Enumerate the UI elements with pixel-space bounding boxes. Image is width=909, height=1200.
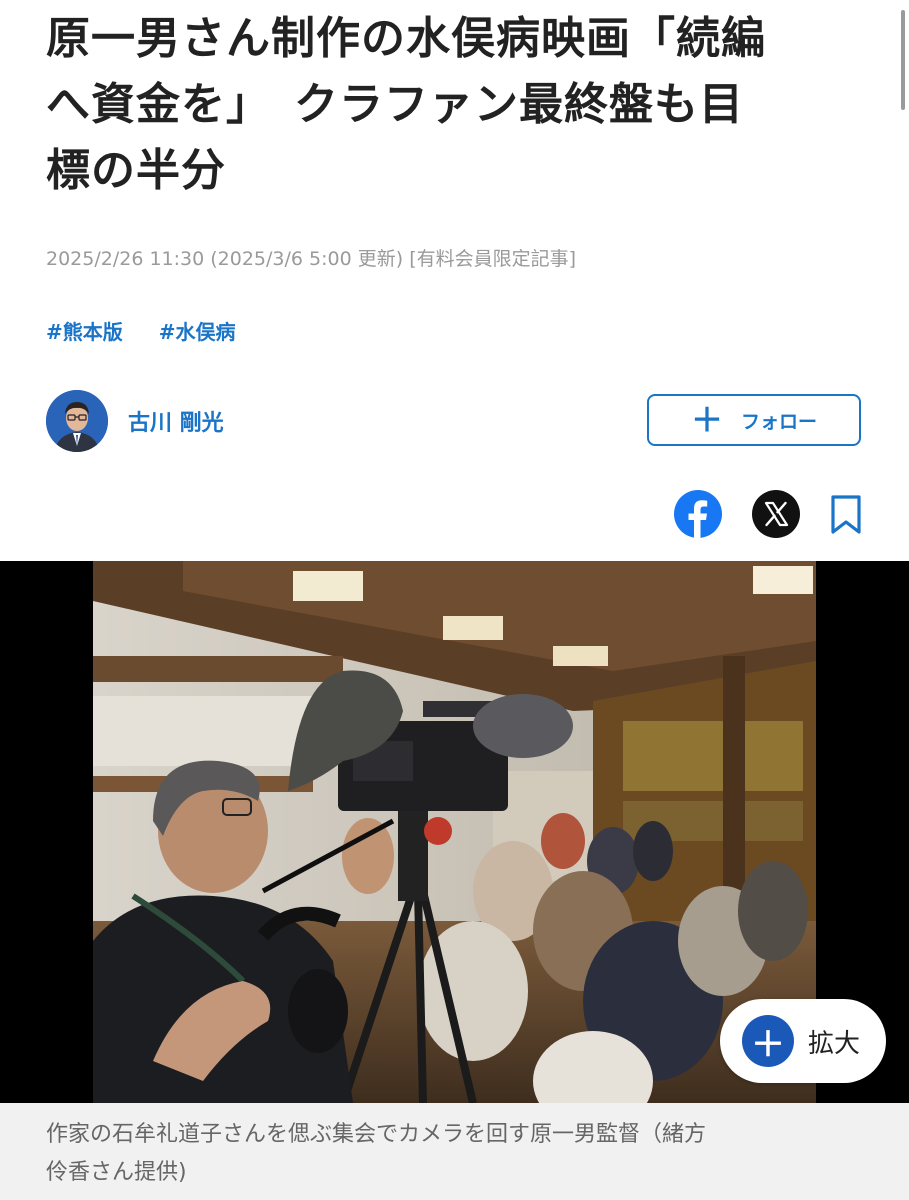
- author-name[interactable]: 古川 剛光: [128, 405, 224, 437]
- follow-button[interactable]: ＋ フォロー: [647, 394, 861, 446]
- article-title-line: 原一男さん制作の水俣病映画「続編: [46, 13, 766, 64]
- photo-caption-line: 伶香さん提供): [46, 1160, 187, 1185]
- article-photo[interactable]: [93, 561, 816, 1103]
- article-title-line: 標の半分: [46, 145, 226, 196]
- bookmark-icon[interactable]: [826, 489, 876, 539]
- facebook-icon[interactable]: [673, 489, 723, 539]
- plus-icon: ＋: [742, 1015, 794, 1067]
- article-dateline: 2025/2/26 11:30 (2025/3/6 5:00 更新) [有料会員…: [46, 248, 577, 270]
- photo-caption: 作家の石牟礼道子さんを偲ぶ集会でカメラを回す原一男監督（緒方 伶香さん提供): [46, 1116, 866, 1192]
- scrollbar[interactable]: [897, 0, 909, 560]
- share-bar: [0, 489, 909, 541]
- photo-caption-line: 作家の石牟礼道子さんを偲ぶ集会でカメラを回す原一男監督（緒方: [46, 1122, 707, 1147]
- plus-icon: ＋: [690, 401, 723, 439]
- tag-minamata[interactable]: #水俣病: [159, 316, 236, 345]
- tag-kumamoto[interactable]: #熊本版: [46, 316, 123, 345]
- follow-label: フォロー: [741, 410, 818, 433]
- author-avatar[interactable]: [46, 390, 108, 452]
- author-block: 古川 剛光: [46, 390, 224, 452]
- article-title-line: へ資金を」 クラファン最終盤も目: [46, 79, 744, 130]
- scrollbar-thumb[interactable]: [901, 10, 905, 110]
- article-title: 原一男さん制作の水俣病映画「続編 へ資金を」 クラファン最終盤も目 標の半分: [46, 6, 876, 204]
- zoom-label: 拡大: [808, 1028, 861, 1059]
- zoom-button[interactable]: ＋ 拡大: [720, 999, 886, 1083]
- x-icon[interactable]: [751, 489, 801, 539]
- tag-list: #熊本版 #水俣病: [46, 316, 236, 345]
